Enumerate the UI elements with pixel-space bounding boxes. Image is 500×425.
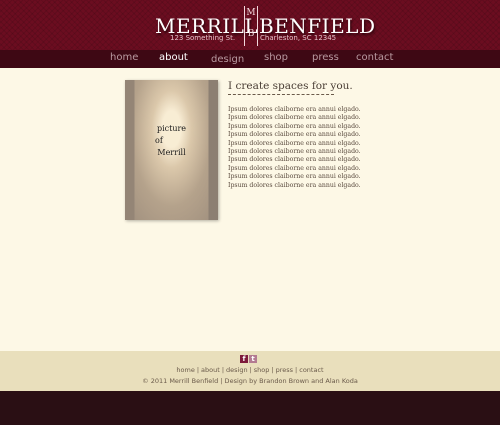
footer-link-shop[interactable]: shop	[254, 366, 270, 374]
footer-link-about[interactable]: about	[201, 366, 220, 374]
footer-separator: |	[295, 366, 298, 374]
facebook-icon[interactable]: f	[240, 355, 248, 363]
main-nav-bar	[0, 50, 500, 68]
footer-link-design[interactable]: design	[226, 366, 248, 374]
monogram-letter-b: B	[247, 29, 255, 39]
nav-home[interactable]: home	[110, 52, 138, 63]
address-city: Charleston, SC 12345	[260, 34, 337, 42]
nav-contact[interactable]: contact	[356, 52, 393, 63]
nav-shop[interactable]: shop	[264, 52, 288, 63]
photo-caption-line3: Merrill	[157, 148, 186, 157]
heading-divider	[228, 94, 334, 95]
footer-separator: |	[221, 366, 225, 374]
nav-press[interactable]: press	[312, 52, 339, 63]
monogram-letter-m: M	[246, 8, 256, 18]
twitter-glyph: t	[251, 355, 255, 363]
photo-caption-line2: of	[155, 136, 163, 145]
facebook-glyph: f	[242, 355, 246, 363]
footer-link-home[interactable]: home	[176, 366, 194, 374]
page-heading: I create spaces for you.	[228, 80, 353, 92]
twitter-icon[interactable]: t	[249, 355, 257, 363]
footer-link-press[interactable]: press	[276, 366, 293, 374]
footer-links: home | about | design | shop | press | contact	[0, 366, 500, 374]
monogram-logo: M B	[244, 6, 258, 46]
bottom-bar	[0, 391, 500, 425]
photo-caption-line1: picture	[156, 124, 187, 133]
footer-link-contact[interactable]: contact	[299, 366, 323, 374]
footer-separator: |	[271, 366, 274, 374]
footer-separator: |	[249, 366, 252, 374]
nav-about[interactable]: about	[159, 52, 188, 63]
nav-design[interactable]: design	[211, 54, 244, 65]
about-body-text: Ipsum dolores claiborne era annui elgado…	[228, 106, 361, 189]
footer-separator: |	[196, 366, 200, 374]
copyright-text: © 2011 Merrill Benfield | Design by Bran…	[142, 377, 358, 385]
address-street: 123 Something St.	[170, 34, 236, 42]
photo-caption: picture of Merrill	[125, 123, 218, 159]
